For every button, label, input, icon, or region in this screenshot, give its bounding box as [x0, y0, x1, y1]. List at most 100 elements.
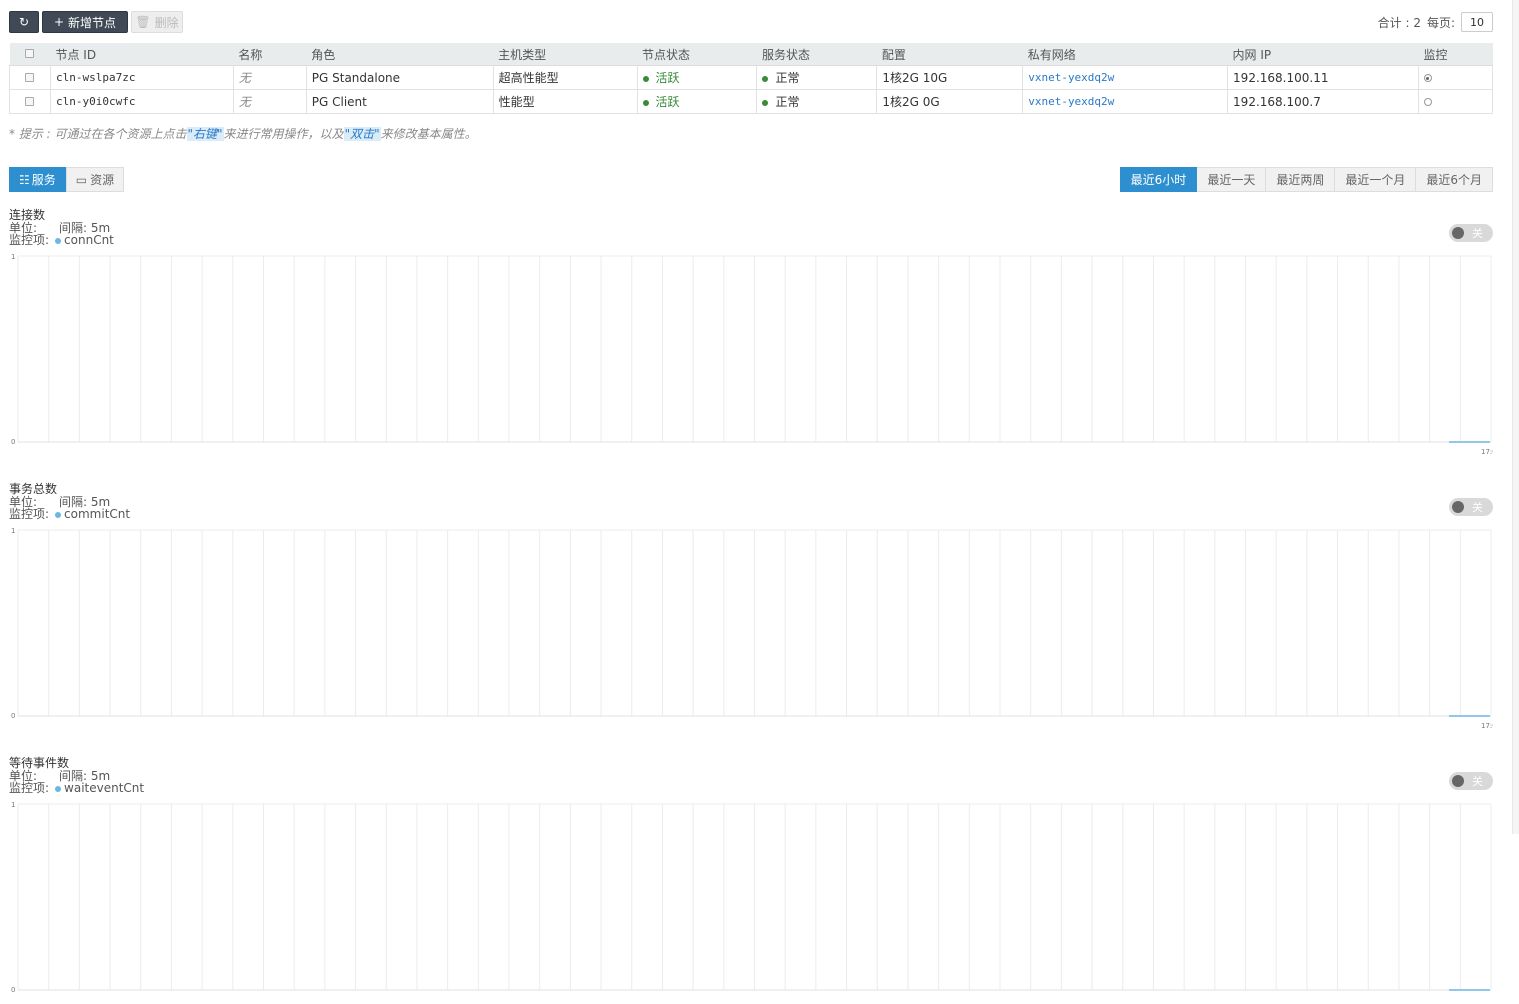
view-tabs: ☷ 服务 ▭ 资源	[9, 167, 125, 192]
table-row[interactable]: cln-y0i0cwfc 无 PG Client 性能型 活跃 正常 1核2G …	[9, 89, 1494, 114]
node-name: 无	[232, 65, 307, 90]
node-status: 活跃	[636, 89, 758, 114]
chart-unit: 单位: 间隔: 5m	[9, 495, 111, 509]
table-header-row: 节点 ID 名称 角色 主机类型 节点状态 服务状态 配置 私有网络 内网 IP…	[9, 43, 1493, 66]
chart-waitevent: 等待事件数 单位: 间隔: 5m 监控项: waiteventCnt 关 10	[9, 756, 1493, 994]
y-tick-label: 1	[11, 528, 15, 535]
delete-button[interactable]: 🗑 删除	[131, 11, 183, 33]
toggle-knob-icon	[1452, 227, 1464, 239]
series-dot-icon	[55, 511, 62, 518]
row-checkbox[interactable]	[9, 89, 51, 114]
chart-toggle[interactable]: 关	[1449, 224, 1493, 242]
node-id[interactable]: cln-wslpa7zc	[49, 65, 234, 90]
y-tick-label: 0	[11, 438, 15, 446]
chart-svg: 1 0 17:0	[11, 528, 1493, 730]
x-tick-label: 17:0	[1481, 722, 1493, 730]
series-dot-icon	[55, 237, 62, 244]
toggle-knob-icon	[1452, 775, 1464, 787]
chart-plot: 1 0 17:0	[9, 254, 1493, 456]
monitor-radio[interactable]	[1417, 65, 1494, 90]
refresh-button[interactable]: ↻	[9, 11, 39, 33]
range-1d[interactable]: 最近一天	[1197, 167, 1267, 192]
range-6m[interactable]: 最近6个月	[1416, 167, 1493, 192]
node-id[interactable]: cln-y0i0cwfc	[49, 89, 234, 114]
chart-plot: 10	[9, 802, 1493, 1004]
radio-unselected-icon	[1423, 98, 1432, 106]
chart-plot: 1 0 17:0	[9, 528, 1493, 730]
col-header-monitor[interactable]: 监控	[1418, 43, 1493, 66]
tab-resource[interactable]: ▭ 资源	[65, 167, 125, 192]
chart-metric: 监控项: waiteventCnt	[9, 781, 145, 795]
y-tick-label: 0	[11, 712, 15, 720]
node-name: 无	[232, 89, 307, 114]
add-node-label: 新增节点	[68, 15, 117, 30]
table-row[interactable]: cln-wslpa7zc 无 PG Standalone 超高性能型 活跃 正常…	[9, 65, 1494, 90]
col-header-role[interactable]: 角色	[306, 43, 494, 66]
plus-icon: +	[53, 15, 65, 29]
range-2w[interactable]: 最近两周	[1266, 167, 1336, 192]
range-6h[interactable]: 最近6小时	[1119, 167, 1198, 192]
vxnet-link[interactable]: vxnet-yexdq2w	[1022, 89, 1229, 114]
total-count: 合计 : 2	[1377, 15, 1421, 30]
status-dot-icon	[762, 75, 769, 82]
x-tick-label: 17:0	[1481, 448, 1493, 456]
chart-title: 连接数	[9, 208, 46, 222]
chart-toggle[interactable]: 关	[1449, 498, 1493, 516]
per-page-select[interactable]: 10	[1461, 12, 1493, 32]
col-header-host-type[interactable]: 主机类型	[493, 43, 638, 66]
col-header-id[interactable]: 节点 ID	[50, 43, 234, 66]
node-config: 1核2G 10G	[876, 65, 1024, 90]
sitemap-icon: ☷	[19, 172, 30, 187]
vxnet-link[interactable]: vxnet-yexdq2w	[1022, 65, 1229, 90]
range-1m[interactable]: 最近一个月	[1335, 167, 1417, 192]
status-dot-icon	[642, 75, 649, 82]
service-status: 正常	[756, 89, 878, 114]
col-header-node-status[interactable]: 节点状态	[637, 43, 757, 66]
chart-svg: 1 0 17:0	[11, 254, 1493, 456]
chart-toggle[interactable]: 关	[1449, 772, 1493, 790]
node-ip: 192.168.100.7	[1227, 89, 1419, 114]
chart-metric: 监控项: commitCnt	[9, 507, 131, 521]
pager: 合计 : 2 每页: 10	[1378, 12, 1493, 32]
refresh-icon: ↻	[18, 15, 30, 29]
scrollbar[interactable]	[1512, 0, 1519, 834]
series-dot-icon	[55, 785, 62, 792]
time-range-tabs: 最近6小时 最近一天 最近两周 最近一个月 最近6个月	[1119, 167, 1493, 192]
chart-conn: 连接数 单位:间隔: 5m 监控项:connCnt 关 1 0 17:0	[9, 208, 1493, 460]
monitor-icon: ▭	[75, 172, 88, 187]
add-node-button[interactable]: + 新增节点	[42, 11, 128, 33]
node-ip: 192.168.100.11	[1227, 65, 1419, 90]
chart-metric: 监控项: connCnt	[9, 233, 114, 247]
y-tick-label: 1	[11, 254, 15, 261]
col-header-ip[interactable]: 内网 IP	[1227, 43, 1419, 66]
radio-selected-icon	[1423, 74, 1432, 82]
col-header-name[interactable]: 名称	[233, 43, 307, 66]
col-header-config[interactable]: 配置	[876, 43, 1023, 66]
hint-text: * 提示 : 可通过在各个资源上点击"右键"来进行常用操作，以及"双击"来修改基…	[9, 127, 477, 141]
chart-unit: 单位: 间隔: 5m	[9, 221, 111, 235]
service-status: 正常	[756, 65, 878, 90]
status-dot-icon	[762, 99, 769, 106]
monitor-radio[interactable]	[1417, 89, 1494, 114]
chart-svg: 10	[11, 802, 1492, 994]
chart-title: 等待事件数	[9, 756, 70, 770]
node-host-type: 性能型	[492, 89, 638, 114]
status-dot-icon	[642, 99, 649, 106]
y-tick-label: 0	[11, 986, 15, 994]
node-role: PG Client	[305, 89, 494, 114]
node-role: PG Standalone	[305, 65, 494, 90]
chart-title: 事务总数	[9, 482, 58, 496]
select-all-checkbox[interactable]	[9, 43, 51, 66]
y-tick-label: 1	[11, 802, 15, 809]
tab-service[interactable]: ☷ 服务	[9, 167, 66, 192]
per-page-label: 每页:	[1426, 15, 1455, 30]
toggle-knob-icon	[1452, 501, 1464, 513]
delete-label: 删除	[154, 15, 179, 30]
chart-commit: 事务总数 单位:间隔: 5m 监控项:commitCnt 关 1 0 17:0	[9, 482, 1493, 734]
col-header-service-status[interactable]: 服务状态	[756, 43, 877, 66]
row-checkbox[interactable]	[9, 65, 51, 90]
nodes-table: 节点 ID 名称 角色 主机类型 节点状态 服务状态 配置 私有网络 内网 IP…	[9, 43, 1494, 114]
chart-unit: 单位: 间隔: 5m	[9, 769, 111, 783]
node-config: 1核2G 0G	[876, 89, 1024, 114]
col-header-vxnet[interactable]: 私有网络	[1022, 43, 1228, 66]
